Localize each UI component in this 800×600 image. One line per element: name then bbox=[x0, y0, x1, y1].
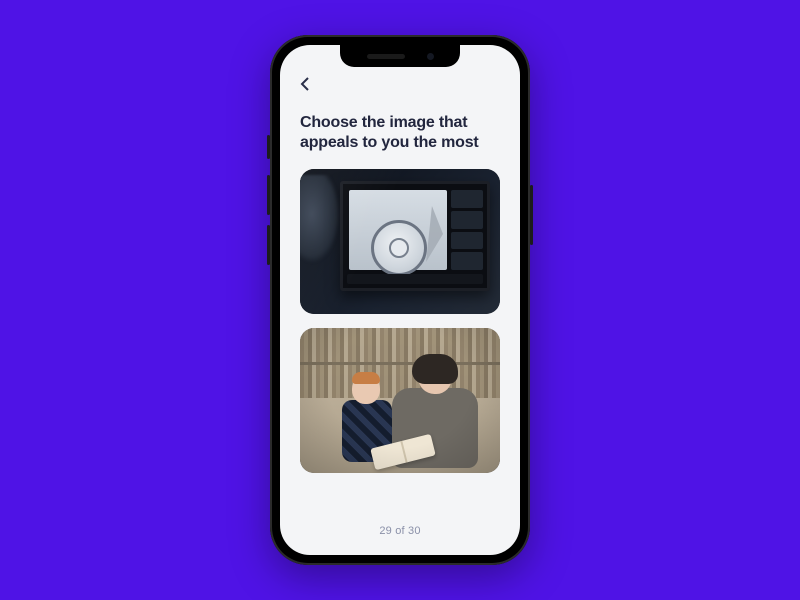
back-button[interactable] bbox=[300, 75, 322, 97]
image-option-1[interactable] bbox=[300, 169, 500, 314]
phone-volume-down-button bbox=[267, 225, 270, 265]
phone-frame: Choose the image that appeals to you the… bbox=[270, 35, 530, 565]
chevron-left-icon bbox=[300, 77, 312, 96]
phone-front-camera bbox=[427, 53, 434, 60]
option-image bbox=[300, 328, 500, 473]
image-option-2[interactable] bbox=[300, 328, 500, 473]
option-image bbox=[300, 169, 500, 314]
phone-notch bbox=[340, 45, 460, 67]
app-screen: Choose the image that appeals to you the… bbox=[280, 45, 520, 555]
phone-volume-up-button bbox=[267, 175, 270, 215]
phone-power-button bbox=[530, 185, 533, 245]
phone-speaker bbox=[367, 54, 405, 59]
phone-side-button bbox=[267, 135, 270, 159]
progress-indicator: 29 of 30 bbox=[300, 511, 500, 537]
image-options bbox=[300, 169, 500, 511]
question-title: Choose the image that appeals to you the… bbox=[300, 113, 500, 153]
